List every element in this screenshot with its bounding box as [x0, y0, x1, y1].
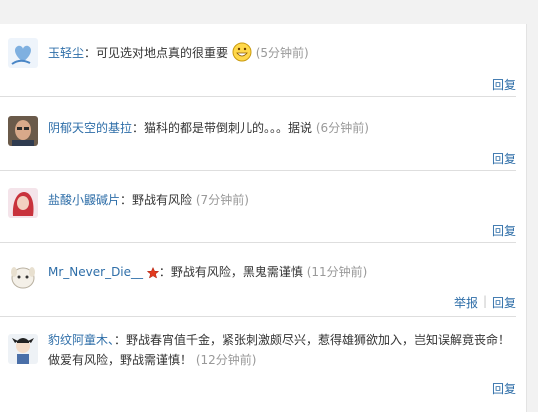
avatar[interactable]	[8, 262, 38, 292]
comment-text: 野战春宵值千金，紧张刺激颇尽兴，惹得雄狮欲加入，岂知误解竟丧命！	[126, 333, 511, 347]
grinning-emoji-icon	[232, 42, 252, 62]
reply-button[interactable]: 回复	[492, 294, 516, 311]
comment-time: (7分钟前)	[195, 193, 249, 207]
reply-button[interactable]: 回复	[492, 150, 516, 167]
report-button[interactable]: 举报	[454, 294, 478, 311]
comment-text: 可见选对地点真的很重要	[96, 46, 229, 60]
red-star-icon	[146, 266, 160, 279]
comment-username[interactable]: 豹纹阿童木、	[48, 333, 114, 347]
comment-username[interactable]: Mr_Never_Die__	[48, 265, 143, 279]
comment-text-continued: 做爱有风险，野战需谨慎！	[48, 353, 193, 367]
divider	[0, 170, 516, 171]
avatar[interactable]	[8, 188, 38, 218]
reply-button[interactable]: 回复	[492, 380, 516, 397]
avatar[interactable]	[8, 116, 38, 146]
comment-username[interactable]: 玉轻尘	[48, 46, 84, 60]
comment-time: (12分钟前)	[195, 353, 257, 367]
divider	[0, 316, 516, 317]
comment-username[interactable]: 盐酸小鼹碱片	[48, 193, 120, 207]
avatar[interactable]	[8, 38, 38, 68]
comment-text: 野战有风险	[132, 193, 193, 207]
divider	[0, 96, 516, 97]
comment-text: 猫科的都是带倒刺儿的。。。据说	[144, 121, 313, 135]
divider	[0, 242, 516, 243]
comment-time: (5分钟前)	[255, 46, 309, 60]
avatar[interactable]	[8, 334, 38, 364]
comment-time: (6分钟前)	[315, 121, 369, 135]
reply-button[interactable]: 回复	[492, 76, 516, 93]
action-separator: |	[482, 294, 487, 308]
reply-button[interactable]: 回复	[492, 222, 516, 239]
comment-list: 玉轻尘：可见选对地点真的很重要 (5分钟前) 回复 阴郁天空的基拉：猫科的都是带…	[0, 24, 527, 412]
comment-username[interactable]: 阴郁天空的基拉	[48, 121, 132, 135]
comment-time: (11分钟前)	[306, 265, 368, 279]
comment-text: 野战有风险，黑鬼需谨慎	[170, 265, 303, 279]
